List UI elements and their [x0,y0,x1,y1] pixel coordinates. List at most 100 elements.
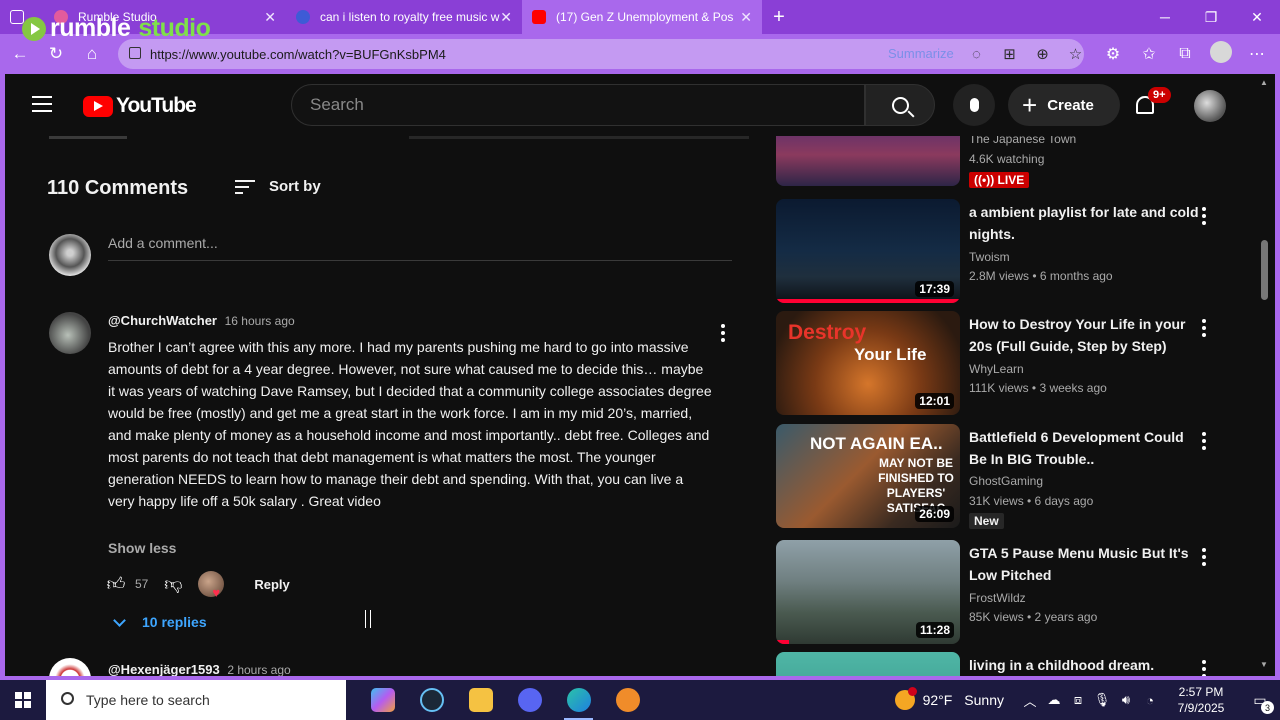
commenter-avatar[interactable] [49,312,91,354]
more-actions-icon[interactable] [1202,432,1206,450]
close-tab-icon[interactable]: ✕ [264,9,276,26]
account-avatar[interactable] [1194,90,1226,122]
scroll-down-icon[interactable]: ▼ [1260,660,1268,669]
favorites-icon[interactable]: ✩ [1131,44,1167,64]
related-video-item[interactable]: Destroy Your Life 12:01 How to Destroy Y… [776,311,1246,415]
show-less-button[interactable]: Show less [108,540,176,556]
commenter-avatar[interactable] [49,658,91,676]
notification-center-icon[interactable]: ▭ 3 [1240,680,1280,720]
comment-header: @Hexenjäger1593 2 hours ago [108,662,291,676]
scroll-up-icon[interactable]: ▲ [1260,78,1268,87]
tab-youtube-video[interactable]: (17) Gen Z Unemployment & Pos ✕ [522,0,762,34]
video-meta: 2.8M views • 6 months ago [969,269,1113,283]
video-title[interactable]: GTA 5 Pause Menu Music But It's Low Pitc… [969,542,1201,586]
add-comment-input[interactable]: Add a comment... [108,235,732,261]
taskbar-clock[interactable]: 2:57 PM 7/9/2025 [1162,684,1240,716]
scrollbar-thumb[interactable] [1261,240,1268,300]
reply-button[interactable]: Reply [254,577,289,592]
channel-name[interactable]: FrostWildz [969,591,1026,605]
channel-name[interactable]: The Japanese Town [969,136,1076,146]
steam-app-icon[interactable] [407,680,456,720]
video-thumbnail[interactable]: 17:39 [776,199,960,303]
youtube-logo[interactable]: YouTube [83,94,197,118]
search-button[interactable] [865,84,935,126]
voice-search-button[interactable] [953,84,995,126]
address-bar-tools: ◌ ⊞ ⊕ ☆ [960,34,1092,74]
restore-button[interactable]: ❐ [1188,0,1234,34]
minimize-button[interactable]: ─ [1142,0,1188,34]
weather-widget[interactable]: 92°F Sunny [894,687,1004,710]
channel-name[interactable]: GhostGaming [969,474,1043,488]
copilot-icon[interactable] [1275,41,1280,68]
volume-icon[interactable]: 🔊︎ [1114,692,1138,708]
video-thumbnail[interactable]: Destroy Your Life 12:01 [776,311,960,415]
video-thumbnail[interactable]: NOT AGAIN EA.. MAY NOT BE FINISHED TO PL… [776,424,960,528]
related-video-item[interactable]: 17:39 a ambient playlist for late and co… [776,199,1246,303]
copilot-app-icon[interactable] [358,680,407,720]
create-button[interactable]: + Create [1008,84,1120,126]
video-title[interactable]: Battlefield 6 Development Could Be In BI… [969,426,1201,470]
blender-app-icon[interactable] [603,680,652,720]
favorite-star-icon[interactable]: ☆ [1059,45,1092,63]
zoom-icon[interactable]: ⊕ [1026,45,1059,63]
tab-royalty-free-search[interactable]: can i listen to royalty free music w ✕ [286,0,522,34]
wifi-icon[interactable]: ◔ [1138,693,1162,708]
dislike-icon[interactable]: 👎︎ [162,573,184,595]
collections-icon[interactable]: ⧉ [1167,45,1203,63]
new-badge: New [969,513,1004,529]
video-meta: 111K views • 3 weeks ago [969,381,1107,395]
channel-name[interactable]: WhyLearn [969,362,1024,376]
profile-icon[interactable] [1203,40,1239,68]
search-input[interactable]: Search [291,84,865,126]
comment-more-icon[interactable] [721,324,725,342]
comment-author[interactable]: @ChurchWatcher [108,313,217,328]
related-video-item[interactable]: NOT AGAIN EA.. MAY NOT BE FINISHED TO PL… [776,424,1246,529]
menu-icon[interactable] [32,96,52,112]
related-video-item[interactable]: 11:28 GTA 5 Pause Menu Music But It's Lo… [776,540,1246,644]
extensions-icon[interactable]: ⚙ [1095,44,1131,64]
video-thumbnail[interactable] [776,652,960,676]
close-window-button[interactable]: ✕ [1234,0,1280,34]
microphone-icon[interactable]: 🎙︎ [1090,692,1114,708]
more-actions-icon[interactable] [1202,319,1206,337]
more-actions-icon[interactable] [1202,548,1206,566]
extension-icon[interactable]: ◌ [960,46,993,63]
video-thumbnail[interactable] [776,136,960,186]
close-tab-icon[interactable]: ✕ [500,9,512,26]
chevron-up-icon[interactable]: ︿ [1018,691,1042,710]
channel-name[interactable]: Twoism [969,250,1010,264]
browser-toolbar: ⚙ ✩ ⧉ ⋯ [1095,34,1280,74]
page-scrollbar[interactable]: ▲ ▼ [1258,74,1270,676]
more-actions-icon[interactable] [1202,207,1206,225]
start-button[interactable] [0,680,46,720]
video-title[interactable]: How to Destroy Your Life in your 20s (Fu… [969,313,1201,357]
related-video-item[interactable]: living in a childhood dream. [776,652,1246,676]
app-available-icon[interactable]: ⊞ [993,45,1026,63]
related-video-item[interactable]: The Japanese Town 4.6K watching ((•)) LI… [776,136,1246,188]
video-thumbnail[interactable]: 11:28 [776,540,960,644]
cloud-icon[interactable]: ☁ [1042,692,1066,708]
view-replies-button[interactable]: 10 replies [113,613,207,630]
plus-icon: + [1022,90,1038,120]
video-title[interactable]: a ambient playlist for late and cold nig… [969,201,1201,245]
microphone-icon [969,98,979,112]
network-icon[interactable]: ⧈ [1066,692,1090,708]
comment-time[interactable]: 2 hours ago [227,663,290,676]
bing-favicon-icon [296,10,310,24]
sort-by-button[interactable]: Sort by [235,178,321,195]
more-actions-icon[interactable] [1202,660,1206,676]
search-icon [61,692,74,705]
more-options-icon[interactable]: ⋯ [1239,44,1275,64]
windows-logo-icon [15,692,31,708]
discord-app-icon[interactable] [505,680,554,720]
file-explorer-icon[interactable] [456,680,505,720]
close-tab-icon[interactable]: ✕ [740,9,752,26]
comment-author[interactable]: @Hexenjäger1593 [108,662,220,676]
like-icon[interactable]: 👍︎ [105,573,127,595]
video-duration: 12:01 [915,393,954,409]
video-title[interactable]: living in a childhood dream. [969,654,1201,676]
taskbar-search-input[interactable]: Type here to search [46,680,346,720]
new-tab-button[interactable]: + [762,6,796,29]
comment-time[interactable]: 16 hours ago [225,314,295,328]
edge-browser-icon[interactable] [554,680,603,720]
